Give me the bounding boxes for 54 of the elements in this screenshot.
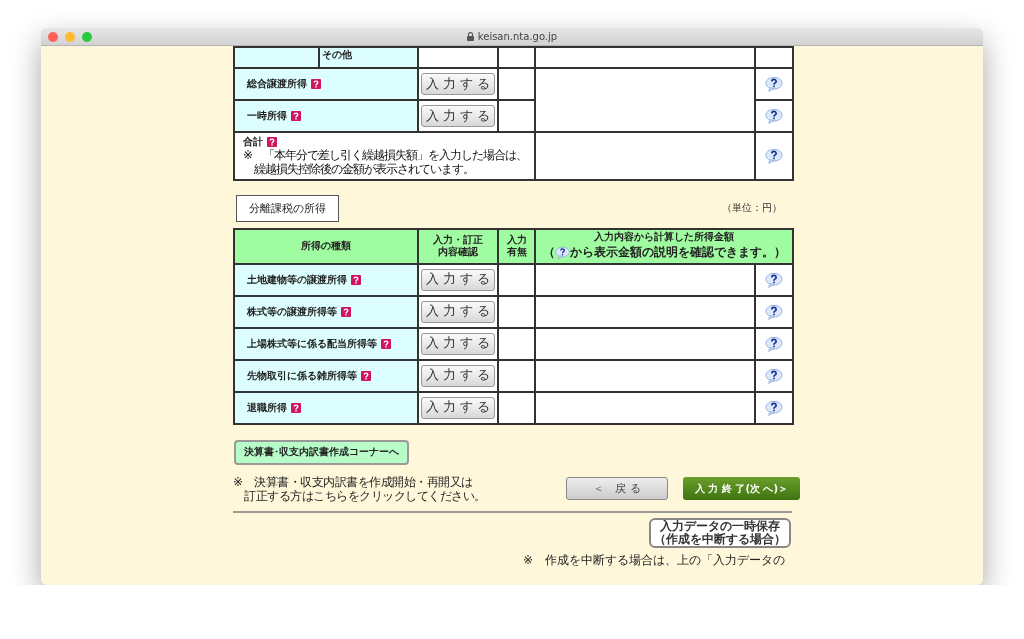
help-bubble-icon[interactable] (765, 107, 783, 125)
input-button[interactable]: 入 力 す る (421, 332, 495, 355)
total-note: ※ 「本年分で差し引く繰越損失額」を入力した場合は、 (243, 149, 528, 163)
income-type-label: 株式等の譲渡所得等 (247, 304, 337, 319)
income-type-label: 総合譲渡所得 (247, 77, 307, 91)
help-icon[interactable] (381, 338, 391, 349)
help-bubble-icon[interactable] (765, 303, 783, 320)
corner-note: ※ 決算書・収支内訳書を作成開始・再開又は (233, 474, 473, 489)
help-bubble-icon[interactable] (765, 147, 783, 164)
statement-corner-button[interactable]: 決算書･収支内訳書作成コーナーへ (234, 439, 409, 465)
url-text: keisan.nta.go.jp (477, 31, 558, 42)
total-label: 合計 (243, 135, 263, 149)
help-icon[interactable] (311, 79, 321, 89)
column-header: 所得の種類 (300, 239, 352, 253)
header-note: （ (542, 243, 555, 261)
help-bubble-icon[interactable] (765, 367, 783, 384)
help-bubble-icon[interactable] (765, 75, 783, 93)
suspend-note: ※ 作成を中断する場合は、上の「入力データの (523, 551, 786, 569)
total-note: 繰越損失控除後の金額が表示されています。 (254, 162, 474, 177)
help-bubble-icon[interactable] (765, 399, 783, 416)
input-button[interactable]: 入 力 す る (421, 73, 495, 95)
input-button[interactable]: 入 力 す る (421, 300, 495, 323)
income-type-label: 退職所得 (247, 400, 287, 415)
back-button[interactable]: ＜ 戻 る (566, 477, 668, 501)
input-button[interactable]: 入 力 す る (421, 396, 495, 419)
column-header: 入力 (505, 233, 528, 247)
income-type-label: その他 (322, 48, 352, 62)
save-button[interactable]: 入力データの一時保存 （作成を中断する場合） (649, 518, 791, 548)
corner-note: 訂正する方はこちらをクリックしてください。 (244, 489, 486, 504)
input-button[interactable]: 入 力 す る (421, 105, 495, 127)
income-type-label: 上場株式等に係る配当所得等 (247, 336, 377, 351)
help-bubble-icon[interactable] (554, 245, 570, 260)
column-header: 入力・訂正 (432, 233, 484, 246)
help-bubble-icon[interactable] (765, 335, 783, 352)
input-button[interactable]: 入 力 す る (421, 364, 495, 387)
column-header: 内容確認 (437, 246, 479, 259)
help-bubble-icon[interactable] (765, 271, 783, 288)
help-icon[interactable] (361, 370, 371, 381)
help-icon[interactable] (291, 111, 301, 121)
help-icon[interactable] (267, 137, 277, 147)
column-header: 有無 (505, 246, 528, 259)
input-button[interactable]: 入 力 す る (421, 268, 495, 291)
income-type-label: 先物取引に係る雑所得等 (247, 368, 357, 383)
income-type-label: 一時所得 (247, 109, 287, 123)
lock-icon (466, 32, 474, 41)
column-header: 入力内容から計算した所得金額 (593, 231, 735, 244)
unit-label: （単位：円） (722, 201, 782, 215)
help-icon[interactable] (291, 402, 301, 413)
help-icon[interactable] (341, 306, 351, 317)
next-button[interactable]: 入 力 終 了(次 へ)＞ (683, 477, 800, 501)
help-icon[interactable] (351, 274, 361, 285)
income-type-label: 土地建物等の譲渡所得 (247, 272, 347, 287)
section-title: 分離課税の所得 (236, 194, 339, 222)
header-note: から表示金額の説明を確認できます。） (569, 243, 786, 261)
